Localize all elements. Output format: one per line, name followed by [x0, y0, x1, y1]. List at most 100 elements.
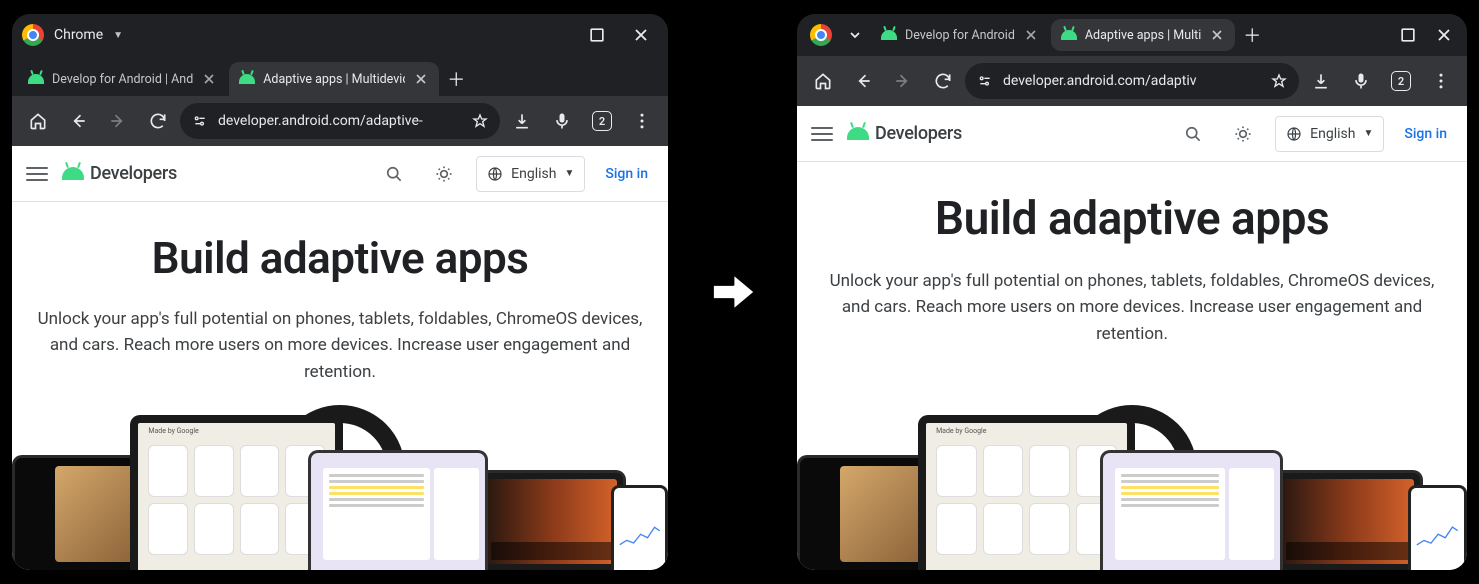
site-header: Developers English ▼ Sign in: [797, 106, 1467, 162]
device-phone: [611, 485, 668, 570]
theme-toggle-icon[interactable]: [1225, 116, 1261, 152]
tab-label: Adaptive apps | Multi: [1085, 28, 1201, 43]
app-menu-caret-icon[interactable]: [841, 18, 869, 52]
signin-link[interactable]: Sign in: [1398, 126, 1453, 142]
app-name: Chrome: [54, 27, 103, 43]
language-label: English: [511, 166, 556, 182]
globe-icon: [1286, 126, 1302, 142]
laptop-caption: Made by Google: [148, 427, 198, 435]
device-collage: Made by Google: [12, 390, 668, 570]
hero-title: Build adaptive apps: [935, 192, 1329, 246]
android-icon: [847, 127, 869, 140]
close-button[interactable]: [624, 18, 658, 52]
menu-button[interactable]: [1423, 63, 1459, 99]
device-tablet-dark: [797, 455, 938, 570]
app-menu-caret-icon[interactable]: ▼: [113, 30, 123, 41]
new-tab-button[interactable]: ＋: [1237, 20, 1267, 50]
forward-button[interactable]: [885, 63, 921, 99]
reload-button[interactable]: [140, 103, 176, 139]
browser-window-left: Chrome ▼ Develop for Android | And Adapt…: [12, 14, 668, 570]
tabstrip: Develop for Android | And Adaptive apps …: [12, 56, 668, 96]
tab-label: Adaptive apps | Multidevic: [263, 72, 405, 87]
titlebar: Chrome ▼: [12, 14, 668, 56]
maximize-button[interactable]: [580, 18, 614, 52]
hero-body: Unlock your app's full potential on phon…: [36, 306, 644, 385]
brand-text: Developers: [875, 123, 962, 144]
close-tab-icon[interactable]: [1209, 27, 1225, 43]
tab-label: Develop for Android | And: [52, 72, 193, 87]
address-bar[interactable]: developer.android.com/adaptiv: [965, 63, 1299, 99]
back-button[interactable]: [60, 103, 96, 139]
language-selector[interactable]: English ▼: [1275, 116, 1384, 152]
page-content: Developers English ▼ Sign in Build adapt…: [12, 146, 668, 570]
hero-section: Build adaptive apps Unlock your app's fu…: [797, 162, 1467, 570]
device-wide-display: [1273, 470, 1423, 570]
device-tablet-light: [1100, 450, 1283, 570]
android-icon: [62, 167, 84, 180]
download-button[interactable]: [1303, 63, 1339, 99]
transition-arrow: [698, 264, 768, 320]
forward-button[interactable]: [100, 103, 136, 139]
tab-adaptive[interactable]: Adaptive apps | Multidevic: [229, 62, 439, 96]
home-button[interactable]: [20, 103, 56, 139]
mic-button[interactable]: [1343, 63, 1379, 99]
tab-count-button[interactable]: 2: [584, 103, 620, 139]
site-header: Developers English ▼ Sign in: [12, 146, 668, 202]
maximize-button[interactable]: [1391, 18, 1425, 52]
address-bar[interactable]: developer.android.com/adaptive-: [180, 103, 500, 139]
chevron-down-icon: ▼: [564, 168, 574, 179]
download-button[interactable]: [504, 103, 540, 139]
chrome-icon: [810, 24, 832, 46]
tab-develop[interactable]: Develop for Android | And: [18, 62, 227, 96]
site-settings-icon[interactable]: [192, 113, 208, 129]
theme-toggle-icon[interactable]: [426, 156, 462, 192]
tab-label: Develop for Android: [905, 28, 1015, 43]
developers-logo[interactable]: Developers: [847, 123, 962, 144]
reload-button[interactable]: [925, 63, 961, 99]
mic-button[interactable]: [544, 103, 580, 139]
signin-link[interactable]: Sign in: [599, 166, 654, 182]
tab-adaptive[interactable]: Adaptive apps | Multi: [1051, 19, 1235, 51]
site-settings-icon[interactable]: [977, 73, 993, 89]
chevron-down-icon: ▼: [1363, 128, 1373, 139]
home-button[interactable]: [805, 63, 841, 99]
search-icon[interactable]: [1175, 116, 1211, 152]
android-icon: [1061, 30, 1077, 40]
close-tab-icon[interactable]: [1023, 27, 1039, 43]
tab-count-button[interactable]: 2: [1383, 63, 1419, 99]
toolbar: developer.android.com/adaptive- 2: [12, 96, 668, 146]
close-button[interactable]: [1427, 18, 1461, 52]
device-wide-display: [478, 470, 626, 570]
laptop-caption: Made by Google: [936, 427, 986, 435]
page-content: Developers English ▼ Sign in Build adapt…: [797, 106, 1467, 570]
android-icon: [28, 74, 44, 84]
toolbar: developer.android.com/adaptiv 2: [797, 56, 1467, 106]
back-button[interactable]: [845, 63, 881, 99]
browser-window-right: Develop for Android Adaptive apps | Mult…: [797, 14, 1467, 570]
language-label: English: [1310, 126, 1355, 142]
hero-title: Build adaptive apps: [152, 232, 529, 284]
language-selector[interactable]: English ▼: [476, 156, 585, 192]
close-tab-icon[interactable]: [413, 71, 429, 87]
android-icon: [239, 74, 255, 84]
device-phone: [1408, 485, 1467, 570]
device-collage: Made by Google: [797, 390, 1467, 570]
tab-count-badge: 2: [592, 111, 612, 131]
chrome-icon: [22, 24, 44, 46]
hero-body: Unlock your app's full potential on phon…: [822, 268, 1442, 347]
brand-text: Developers: [90, 163, 177, 184]
device-tablet-light: [308, 450, 488, 570]
tab-develop[interactable]: Develop for Android: [871, 19, 1049, 51]
close-tab-icon[interactable]: [201, 71, 217, 87]
search-icon[interactable]: [376, 156, 412, 192]
url-text: developer.android.com/adaptive-: [218, 113, 462, 129]
bookmark-icon[interactable]: [472, 113, 488, 129]
url-text: developer.android.com/adaptiv: [1003, 73, 1261, 89]
hamburger-icon[interactable]: [811, 127, 833, 141]
bookmark-icon[interactable]: [1271, 73, 1287, 89]
new-tab-button[interactable]: ＋: [441, 64, 471, 94]
globe-icon: [487, 166, 503, 182]
hamburger-icon[interactable]: [26, 167, 48, 181]
developers-logo[interactable]: Developers: [62, 163, 177, 184]
menu-button[interactable]: [624, 103, 660, 139]
